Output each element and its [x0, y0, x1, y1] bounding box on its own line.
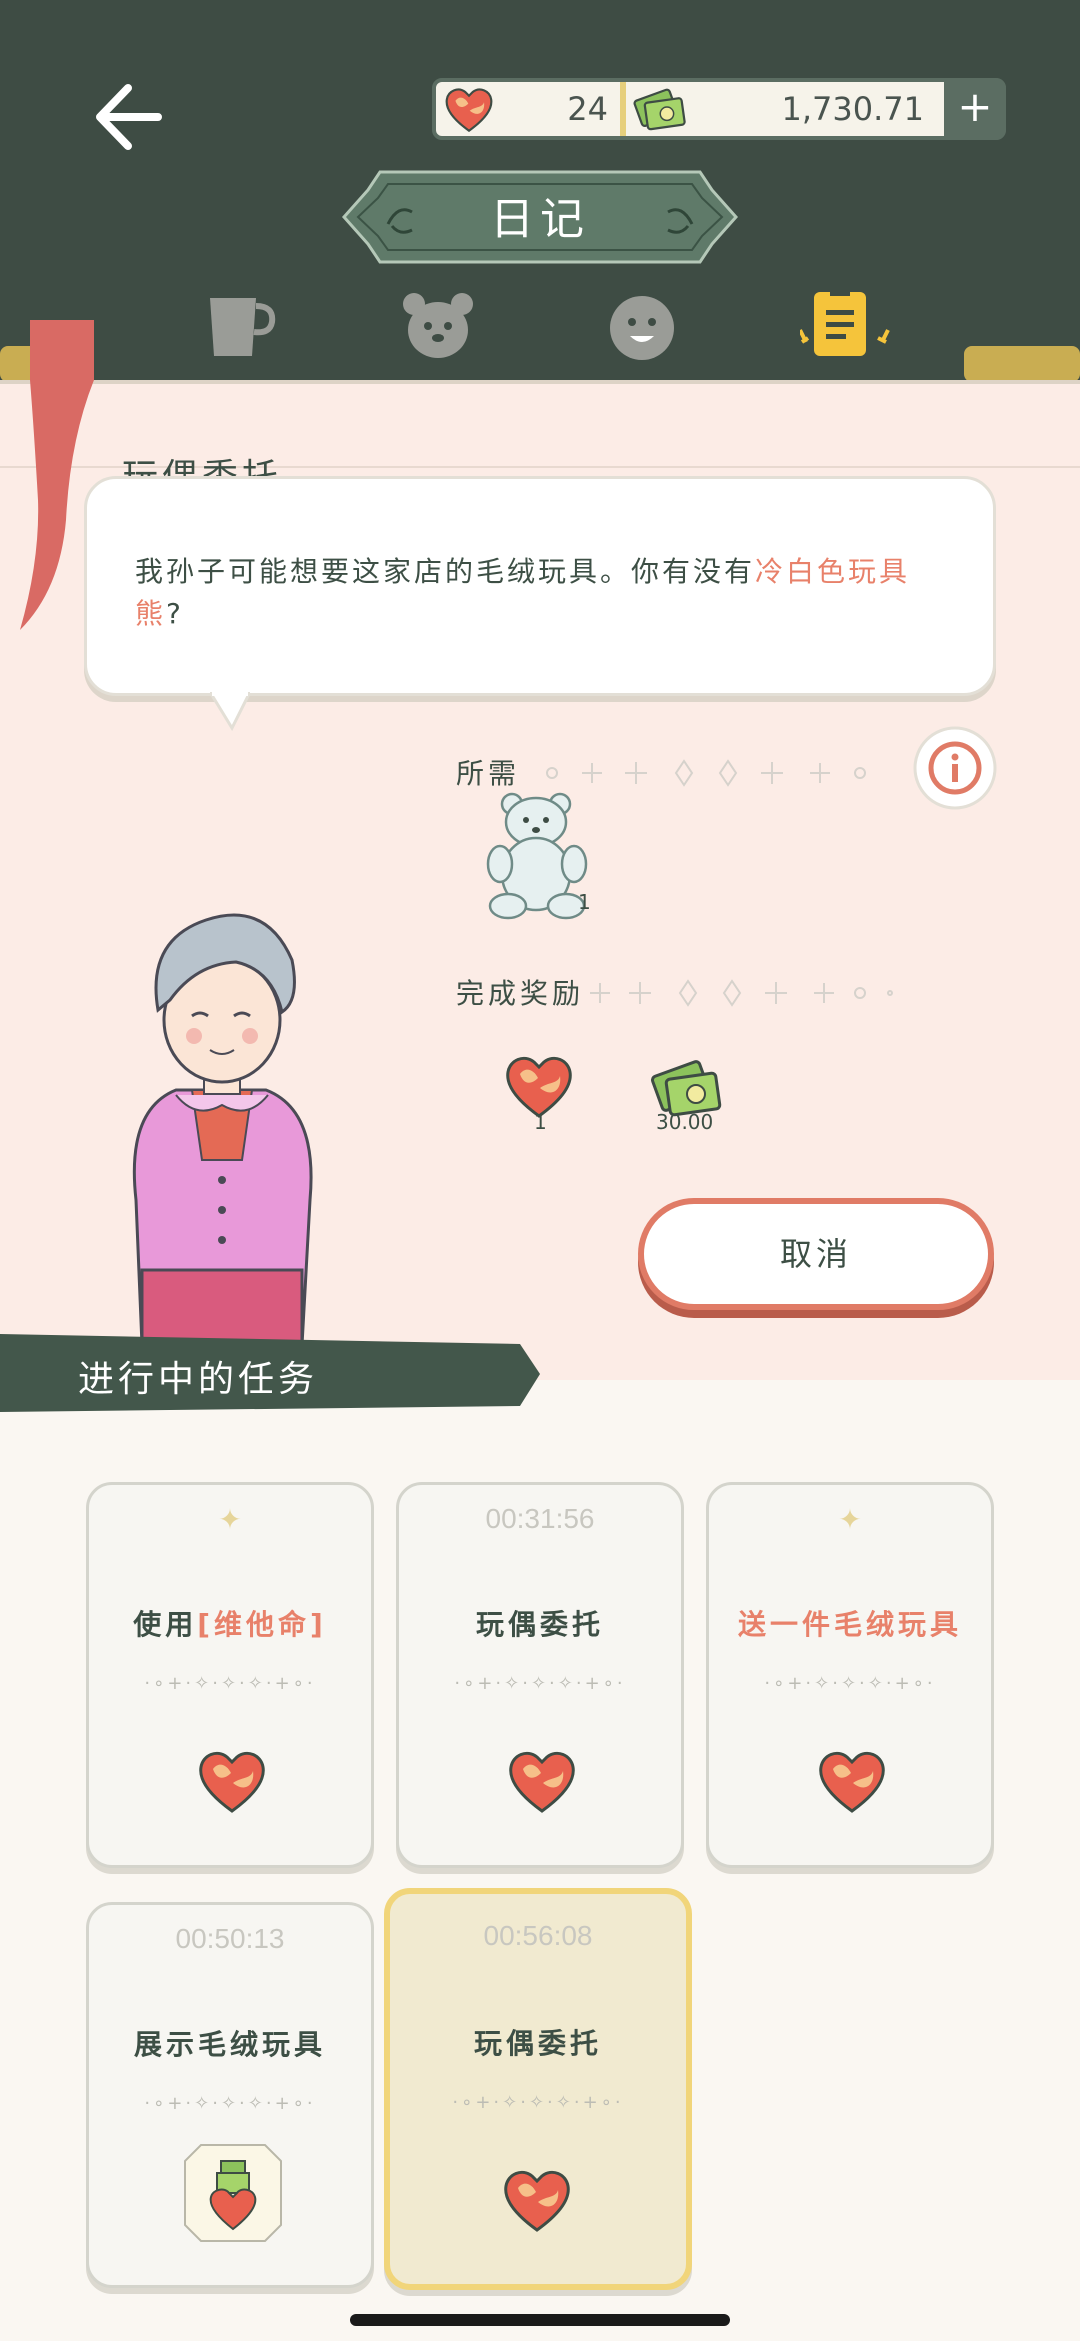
- task-divider: ·∘+·✧·✧·✧·+∘·: [454, 1673, 626, 1694]
- required-count: 1: [578, 890, 591, 914]
- task-card[interactable]: ✦ 送一件毛绒玩具 ·∘+·✧·✧·✧·+∘·: [706, 1482, 994, 1868]
- hearts-count: 24: [567, 90, 608, 128]
- gift-heart-icon: [184, 2144, 282, 2242]
- task-timer: 00:50:13: [175, 1923, 285, 1954]
- heart-icon: [444, 86, 494, 134]
- required-label: 所需: [456, 757, 521, 790]
- heart-icon: [502, 2168, 572, 2234]
- info-button[interactable]: [912, 725, 998, 811]
- money-amount: 1,730.71: [781, 90, 925, 128]
- tab-smile[interactable]: [602, 290, 682, 362]
- task-card[interactable]: 00:31:56 玩偶委托 ·∘+·✧·✧·✧·+∘·: [396, 1482, 684, 1868]
- money-icon: [632, 84, 690, 136]
- task-divider: ·∘+·✧·✧·✧·+∘·: [144, 1673, 316, 1694]
- home-indicator[interactable]: [350, 2314, 730, 2326]
- task-timer: 00:31:56: [485, 1503, 595, 1534]
- task-title: 展示毛绒玩具: [133, 2028, 326, 2061]
- sparkle-icon: ✦: [218, 1503, 242, 1536]
- task-divider: ·∘+·✧·✧·✧·+∘·: [764, 1673, 936, 1694]
- task-divider: ·∘+·✧·✧·✧·+∘·: [144, 2093, 316, 2114]
- tab-ledge-right: [964, 346, 1080, 382]
- bear-icon: [486, 792, 588, 920]
- task-title: 送一件毛绒玩具: [737, 1608, 962, 1641]
- cancel-button[interactable]: 取消: [638, 1198, 994, 1310]
- speech-text: 我孙子可能想要这家店的毛绒玩具。你有没有冷白色玩具熊?: [135, 555, 911, 630]
- sparkle-divider: [546, 759, 866, 787]
- heart-icon: [197, 1749, 267, 1815]
- task-card[interactable]: 00:50:13 展示毛绒玩具 ·∘+·✧·✧·✧·+∘·: [86, 1902, 374, 2288]
- add-money-button[interactable]: +: [944, 78, 1006, 140]
- tab-bear[interactable]: [398, 290, 478, 362]
- heart-icon: [507, 1749, 577, 1815]
- reward-label: 完成奖励: [456, 977, 585, 1010]
- currency-divider: [620, 82, 626, 136]
- task-title: 玩偶委托: [473, 2027, 602, 2060]
- ongoing-title: 进行中的任务: [78, 1359, 319, 1400]
- reward-money-value: 30.00: [656, 1110, 714, 1134]
- task-title: 使用[维他命]: [133, 1608, 327, 1641]
- page-title: 日记: [490, 194, 590, 245]
- speech-bubble: 我孙子可能想要这家店的毛绒玩具。你有没有冷白色玩具熊?: [84, 476, 996, 696]
- speech-tail: [210, 692, 250, 732]
- sparkle-divider: [590, 979, 893, 1007]
- tab-diary[interactable]: [800, 290, 920, 362]
- task-timer: 00:56:08: [483, 1920, 593, 1951]
- task-title: 玩偶委托: [475, 1608, 604, 1641]
- currency-bar: 24 1,730.71 +: [432, 78, 1006, 140]
- grandma-character: [132, 913, 313, 1345]
- tab-cup[interactable]: [200, 290, 280, 362]
- task-card-active[interactable]: 00:56:08 玩偶委托 ·∘+·✧·✧·✧·+∘·: [384, 1888, 692, 2290]
- reward-heart-value: 1: [534, 1110, 547, 1134]
- heart-icon: [817, 1749, 887, 1815]
- task-divider: ·∘+·✧·✧·✧·+∘·: [452, 2092, 624, 2113]
- task-card[interactable]: ✦ 使用[维他命] ·∘+·✧·✧·✧·+∘·: [86, 1482, 374, 1868]
- back-arrow-icon[interactable]: [88, 78, 166, 156]
- sparkle-icon: ✦: [838, 1503, 862, 1536]
